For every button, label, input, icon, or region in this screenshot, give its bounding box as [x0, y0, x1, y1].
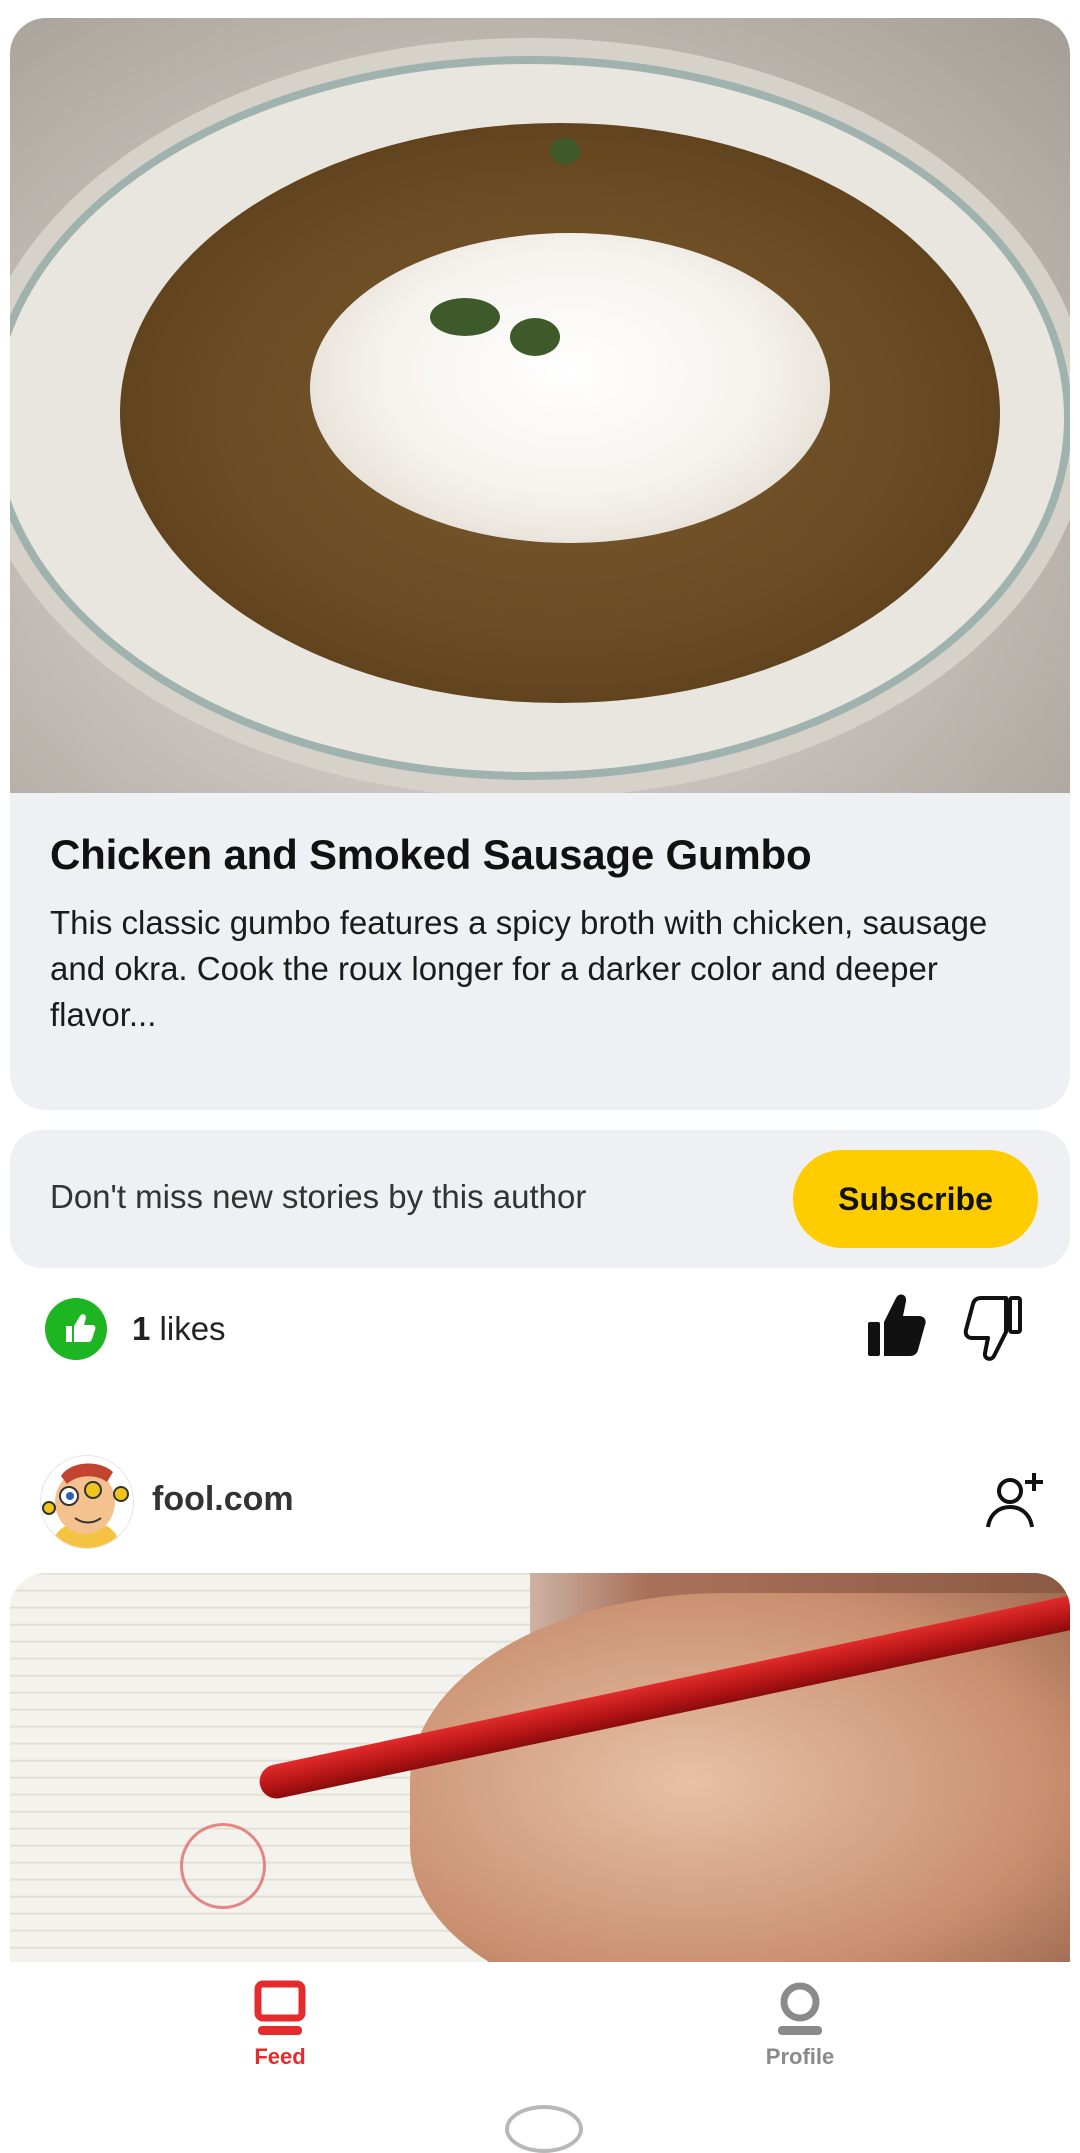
herb-shape: [550, 138, 580, 164]
bottom-nav: Feed Profile: [0, 1962, 1080, 2117]
avatar[interactable]: [40, 1455, 134, 1549]
profile-icon: [778, 1982, 822, 2035]
follow-icon[interactable]: [984, 1469, 1048, 1533]
nav-feed-label: Feed: [254, 2044, 306, 2069]
likes-row: 1 likes: [0, 1290, 1080, 1370]
post-text: Chicken and Smoked Sausage Gumbo This cl…: [10, 793, 1070, 1110]
like-icon[interactable]: [864, 1290, 928, 1362]
likes-label: likes: [159, 1310, 226, 1347]
nav-feed[interactable]: Feed: [180, 1980, 380, 2090]
gumbo-image: [10, 18, 1070, 793]
source-name[interactable]: fool.com: [152, 1480, 294, 1519]
likes-count: 1 likes: [132, 1310, 226, 1348]
subscribe-bar: Don't miss new stories by this author Su…: [10, 1130, 1070, 1268]
dislike-icon[interactable]: [962, 1292, 1026, 1364]
thumbs-up-badge-icon: [45, 1298, 107, 1360]
nav-profile[interactable]: Profile: [700, 1980, 900, 2090]
rice-shape: [310, 233, 830, 543]
circle-mark-shape: [180, 1823, 266, 1909]
herb-shape: [430, 298, 500, 336]
feed-icon: [254, 1980, 306, 2035]
post-description: This classic gumbo features a spicy brot…: [50, 904, 988, 1033]
likes-number: 1: [132, 1310, 151, 1347]
nav-profile-label: Profile: [765, 2044, 835, 2069]
herb-shape: [510, 318, 560, 356]
subscribe-prompt: Don't miss new stories by this author: [50, 1178, 587, 1215]
home-indicator[interactable]: [505, 2105, 583, 2153]
source-row[interactable]: fool.com: [0, 1455, 1080, 1549]
subscribe-button[interactable]: Subscribe: [793, 1150, 1038, 1248]
gumbo-post-card[interactable]: Chicken and Smoked Sausage Gumbo This cl…: [10, 18, 1070, 1110]
next-post-image[interactable]: [10, 1573, 1070, 1963]
post-title: Chicken and Smoked Sausage Gumbo: [50, 831, 812, 878]
